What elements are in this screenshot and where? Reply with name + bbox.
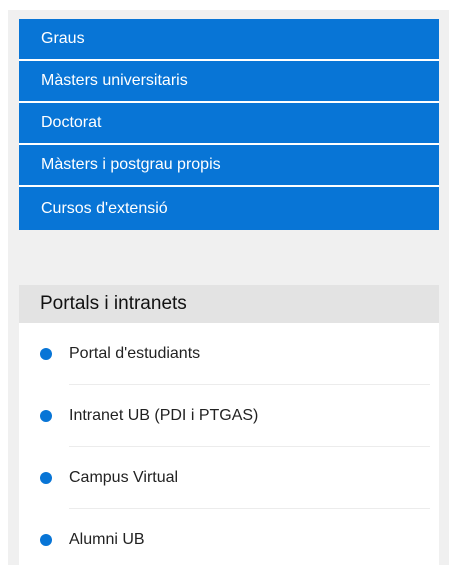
portal-link-label[interactable]: Alumni UB — [69, 531, 145, 549]
portal-link-intranet[interactable]: Intranet UB (PDI i PTGAS) — [19, 385, 439, 447]
portal-link-label[interactable]: Campus Virtual — [69, 469, 178, 487]
menu-item-masters-postgrau-propis[interactable]: Màsters i postgrau propis — [19, 145, 439, 187]
bullet-icon — [40, 410, 52, 422]
bullet-icon — [40, 472, 52, 484]
portal-link-label[interactable]: Portal d'estudiants — [69, 345, 200, 363]
menu-item-masters-universitaris[interactable]: Màsters universitaris — [19, 61, 439, 103]
portal-link-alumni[interactable]: Alumni UB — [19, 509, 439, 571]
study-type-menu: Graus Màsters universitaris Doctorat Màs… — [19, 19, 439, 230]
menu-item-doctorat[interactable]: Doctorat — [19, 103, 439, 145]
portals-title: Portals i intranets — [19, 285, 439, 323]
bullet-icon — [40, 534, 52, 546]
portals-list: Portal d'estudiants Intranet UB (PDI i P… — [19, 323, 439, 571]
portal-link-estudiants[interactable]: Portal d'estudiants — [19, 323, 439, 385]
bullet-icon — [40, 348, 52, 360]
portals-section: Portals i intranets Portal d'estudiants … — [19, 285, 439, 575]
menu-item-graus[interactable]: Graus — [19, 19, 439, 61]
portal-link-label[interactable]: Intranet UB (PDI i PTGAS) — [69, 407, 258, 425]
menu-item-cursos-extensio[interactable]: Cursos d'extensió — [19, 187, 439, 230]
sidebar-panel: Graus Màsters universitaris Doctorat Màs… — [8, 10, 449, 575]
portal-link-campus-virtual[interactable]: Campus Virtual — [19, 447, 439, 509]
